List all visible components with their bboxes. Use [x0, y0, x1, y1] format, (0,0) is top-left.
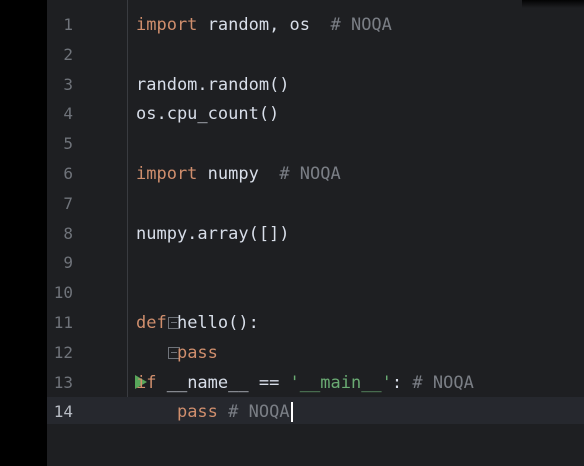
line-number: 2	[63, 44, 73, 64]
code-token: pass	[176, 402, 218, 423]
line-number: 7	[63, 193, 73, 213]
code-line-1[interactable]: 1 import random, os # NOQA	[47, 10, 584, 40]
code-text[interactable]: os.cpu_count()	[136, 99, 279, 129]
code-line-10[interactable]: 10	[47, 278, 584, 308]
line-number: 8	[63, 223, 73, 243]
line-number: 3	[63, 74, 73, 94]
line-number: 4	[63, 104, 73, 124]
code-line-4[interactable]: 4 os.cpu_count()	[47, 99, 584, 129]
code-token: import	[136, 15, 198, 35]
code-token: hello():	[166, 313, 259, 333]
code-text[interactable]: pass # NOQA	[136, 397, 293, 427]
code-text[interactable]: if __name__ == '__main__': # NOQA	[136, 368, 474, 398]
code-text[interactable]: import random, os # NOQA	[136, 10, 392, 40]
line-number: 10	[53, 283, 73, 303]
line-number: 11	[53, 313, 73, 332]
code-line-14[interactable]: 14 pass # NOQA	[47, 397, 584, 428]
code-line-11[interactable]: 11 def hello():	[47, 308, 584, 338]
code-line-6[interactable]: 6 import numpy # NOQA	[47, 159, 584, 189]
line-number: 5	[63, 134, 73, 154]
code-text[interactable]: random.random()	[136, 70, 290, 100]
code-token: # NOQA	[412, 372, 474, 393]
code-line-3[interactable]: 3 random.random()	[47, 70, 584, 100]
line-number: 13	[53, 372, 73, 392]
code-text[interactable]: pass	[136, 338, 218, 368]
code-token: pass	[176, 342, 218, 363]
code-line-5[interactable]: 5	[47, 129, 584, 159]
code-text[interactable]: import numpy # NOQA	[136, 159, 341, 189]
code-token: # NOQA	[228, 402, 290, 423]
editor-bottom-area[interactable]	[47, 424, 584, 466]
code-line-13[interactable]: 13 if __name__ == '__main__': # NOQA	[47, 368, 584, 398]
code-line-2[interactable]: 2	[47, 40, 584, 70]
code-token: :	[391, 372, 413, 393]
line-number: 14	[53, 402, 73, 422]
code-text[interactable]: def hello():	[136, 308, 259, 338]
code-token: # NOQA	[279, 164, 341, 184]
line-number: 6	[63, 164, 73, 183]
code-token: random.random()	[136, 74, 290, 95]
code-text[interactable]: numpy.array([])	[136, 219, 290, 249]
line-number: 12	[53, 342, 73, 362]
code-token: random, os	[197, 15, 331, 35]
code-token: def	[136, 313, 167, 333]
line-number: 9	[63, 253, 73, 273]
code-editor[interactable]: 1 import random, os # NOQA 2 3 random.random…	[0, 0, 584, 466]
code-token: numpy.array([])	[136, 223, 290, 244]
code-token: '__main__'	[289, 372, 392, 393]
code-line-9[interactable]: 9	[47, 248, 584, 278]
window-edge	[0, 0, 47, 466]
code-line-12[interactable]: 12 pass	[47, 338, 584, 368]
code-token: if	[136, 372, 157, 393]
code-token: numpy	[197, 164, 280, 184]
line-number: 1	[63, 15, 73, 34]
code-line-8[interactable]: 8 numpy.array([])	[47, 219, 584, 249]
text-caret	[290, 402, 293, 423]
code-token: __name__ ==	[156, 372, 290, 393]
code-token: import	[136, 164, 198, 184]
code-line-7[interactable]: 7	[47, 189, 584, 219]
top-right-shadow	[522, 0, 584, 8]
code-token: # NOQA	[330, 15, 392, 35]
code-token: os.cpu_count()	[136, 104, 280, 125]
